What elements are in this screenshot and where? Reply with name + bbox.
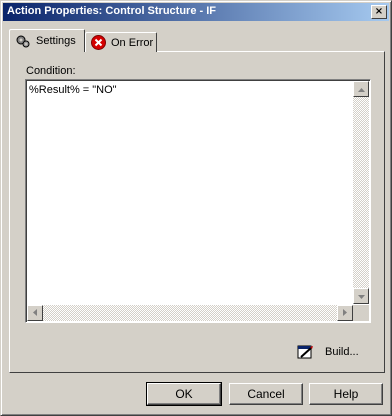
arrow-left-icon [33,307,37,319]
window-title: Action Properties: Control Structure - I… [7,5,217,17]
gear-icon [15,33,31,49]
error-x-icon [91,35,106,50]
build-wizard-icon [297,344,315,360]
condition-label: Condition: [26,65,76,77]
help-button[interactable]: Help [309,383,383,405]
arrow-right-icon [343,307,347,319]
tab-on-error[interactable]: On Error [85,32,157,52]
close-button[interactable]: × [371,5,387,19]
scroll-right-button[interactable] [337,305,353,321]
tab-on-error-label: On Error [111,36,154,49]
scroll-left-button[interactable] [27,305,43,321]
tab-settings[interactable]: Settings [9,29,85,52]
horizontal-scrollbar[interactable] [27,305,353,321]
scroll-up-button[interactable] [353,81,369,97]
scroll-down-button[interactable] [353,288,369,304]
cancel-button[interactable]: Cancel [229,383,303,405]
build-button-label: Build... [325,346,359,358]
condition-text[interactable]: %Result% = "NO" [29,84,117,96]
scrollbar-corner [353,305,369,321]
tab-settings-label: Settings [36,35,76,47]
dialog-window: Action Properties: Control Structure - I… [0,0,392,416]
vertical-scrollbar[interactable] [353,81,369,304]
condition-textarea[interactable]: %Result% = "NO" [25,79,371,323]
title-bar[interactable]: Action Properties: Control Structure - I… [3,3,389,21]
arrow-down-icon [357,290,365,302]
ok-button[interactable]: OK [146,382,222,406]
arrow-up-icon [357,83,365,95]
build-button[interactable]: Build... [297,343,359,361]
